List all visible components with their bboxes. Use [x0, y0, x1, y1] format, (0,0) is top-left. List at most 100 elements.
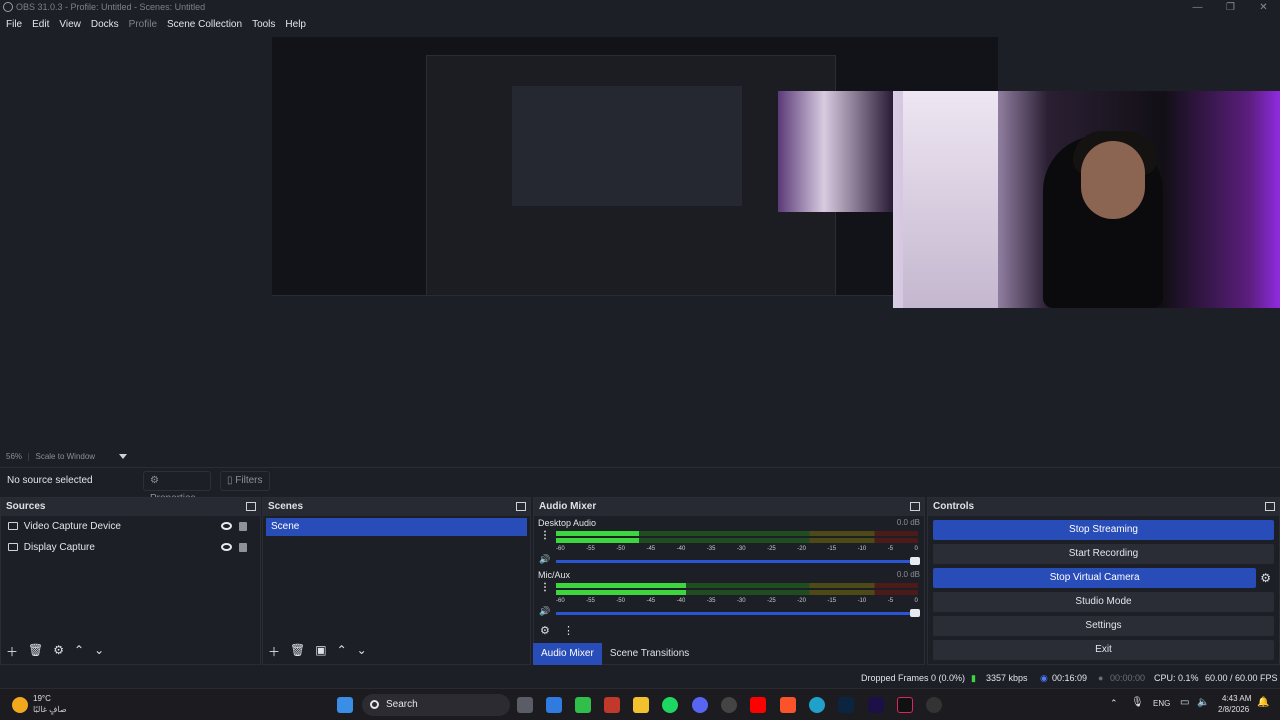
settings-button[interactable]: Settings: [933, 616, 1274, 636]
tab-scene-transitions[interactable]: Scene Transitions: [602, 643, 698, 665]
notepad-icon[interactable]: [546, 697, 562, 713]
move-down-icon[interactable]: ⌄: [357, 643, 367, 660]
audio-mixer-dock: Audio Mixer Desktop Audio 0.0 dB ⋮ -60 -5…: [533, 497, 925, 665]
undock-icon[interactable]: [516, 502, 526, 511]
brave-icon[interactable]: [780, 697, 796, 713]
menu-scene-collection[interactable]: Scene Collection: [167, 19, 242, 30]
stop-streaming-button[interactable]: Stop Streaming: [933, 520, 1274, 540]
app-icon[interactable]: [926, 697, 942, 713]
menu-tools[interactable]: Tools: [252, 19, 275, 30]
store-icon[interactable]: [604, 697, 620, 713]
menu-help[interactable]: Help: [285, 19, 306, 30]
properties-button[interactable]: ⚙ Properties: [143, 471, 211, 504]
language-indicator[interactable]: ENG: [1153, 699, 1170, 708]
menu-docks[interactable]: Docks: [91, 19, 119, 30]
discord-icon[interactable]: [692, 697, 708, 713]
controls-title: Controls: [933, 501, 975, 512]
close-button[interactable]: ✕: [1247, 0, 1280, 15]
undock-icon[interactable]: [246, 502, 256, 511]
obs-logo-icon: [3, 2, 13, 12]
volume-icon[interactable]: 🔊: [539, 606, 550, 617]
stop-virtual-camera-button[interactable]: Stop Virtual Camera: [933, 568, 1257, 588]
more-options-icon[interactable]: ⋮: [563, 625, 574, 637]
tick-label: -25: [767, 598, 776, 604]
weather-icon[interactable]: [12, 697, 28, 713]
lock-icon[interactable]: [239, 522, 247, 531]
file-explorer-icon[interactable]: [633, 697, 649, 713]
gear-icon[interactable]: ⚙: [1260, 571, 1271, 585]
add-icon[interactable]: ＋: [268, 643, 280, 660]
exit-button[interactable]: Exit: [933, 640, 1274, 660]
task-view-icon[interactable]: [517, 697, 533, 713]
youtube-icon[interactable]: [750, 697, 766, 713]
scene-item[interactable]: Scene: [266, 518, 527, 536]
move-up-icon[interactable]: ⌃: [337, 643, 347, 660]
tiktok-icon[interactable]: [897, 697, 913, 713]
tick-label: -20: [797, 546, 806, 552]
media-icon[interactable]: [575, 697, 591, 713]
taskbar-search[interactable]: Search: [362, 694, 510, 716]
controls-dock: Controls Stop Streaming Start Recording …: [927, 497, 1280, 665]
network-icon[interactable]: ▭: [1180, 697, 1189, 708]
undock-icon[interactable]: [910, 502, 920, 511]
spotify-icon[interactable]: [662, 697, 678, 713]
minimize-button[interactable]: —: [1181, 0, 1214, 15]
trash-icon[interactable]: 🗑: [290, 643, 305, 660]
channel-name: Desktop Audio: [538, 518, 597, 528]
clock-time[interactable]: 4:43 AM: [1222, 694, 1251, 703]
edge-icon[interactable]: [809, 697, 825, 713]
zoom-level: 56%: [6, 452, 23, 461]
obs-taskbar-icon[interactable]: [721, 697, 737, 713]
filters-button[interactable]: ▯ Filters: [220, 471, 270, 491]
menu-file[interactable]: File: [6, 19, 22, 30]
gear-icon[interactable]: ⚙: [53, 643, 64, 660]
studio-mode-button[interactable]: Studio Mode: [933, 592, 1274, 612]
scenes-header: Scenes: [263, 498, 530, 516]
menu-view[interactable]: View: [59, 19, 81, 30]
tick-label: 0: [914, 546, 918, 552]
clock-date[interactable]: 2/8/2026: [1218, 705, 1249, 714]
eye-icon[interactable]: [221, 522, 232, 530]
tick-label: -50: [616, 598, 625, 604]
move-down-icon[interactable]: ⌄: [94, 643, 104, 660]
meter-ticks: -60 -55 -50 -45 -40 -35 -30 -25 -20 -15 -10 -5 0: [556, 598, 918, 604]
volume-slider[interactable]: [556, 557, 920, 565]
slider-knob[interactable]: [910, 609, 920, 617]
sources-title: Sources: [6, 501, 46, 512]
lock-icon[interactable]: [239, 543, 247, 552]
microphone-icon[interactable]: 🎙: [1131, 697, 1144, 708]
stream-icon: ◉: [1040, 673, 1048, 683]
add-icon[interactable]: ＋: [6, 643, 18, 660]
tab-audio-mixer[interactable]: Audio Mixer: [533, 643, 602, 665]
mixer-title: Audio Mixer: [539, 501, 597, 512]
weather-desc: صافٍ غالبًا: [33, 705, 67, 714]
windows-start-icon[interactable]: [337, 697, 353, 713]
trash-icon[interactable]: 🗑: [28, 643, 43, 660]
maximize-button[interactable]: ❐: [1214, 0, 1247, 15]
menu-edit[interactable]: Edit: [32, 19, 49, 30]
stream-time: 00:16:09: [1052, 673, 1088, 683]
volume-slider[interactable]: [556, 609, 920, 617]
source-item-display-capture[interactable]: Display Capture: [1, 537, 260, 558]
chevron-up-icon[interactable]: ⌃: [1110, 698, 1118, 709]
menu-profile[interactable]: Profile: [129, 19, 157, 30]
photoshop-icon[interactable]: [838, 697, 854, 713]
eye-icon[interactable]: [221, 543, 232, 551]
source-item-video-capture[interactable]: Video Capture Device: [1, 516, 260, 537]
slider-knob[interactable]: [910, 557, 920, 565]
notification-bell-icon[interactable]: 🔔: [1257, 697, 1269, 708]
zoom-mode[interactable]: Scale to Window: [35, 452, 95, 461]
undock-icon[interactable]: [1265, 502, 1275, 511]
filter-icon[interactable]: ▣: [315, 643, 326, 660]
volume-icon[interactable]: 🔊: [539, 554, 550, 565]
more-options-icon[interactable]: ⋮: [540, 582, 550, 593]
speaker-icon[interactable]: 🔈: [1197, 697, 1209, 708]
move-up-icon[interactable]: ⌃: [74, 643, 84, 660]
tick-label: -50: [616, 546, 625, 552]
gear-icon[interactable]: ⚙: [540, 625, 550, 637]
more-options-icon[interactable]: ⋮: [540, 530, 550, 541]
chevron-down-icon[interactable]: [119, 454, 128, 460]
after-effects-icon[interactable]: [868, 697, 884, 713]
start-recording-button[interactable]: Start Recording: [933, 544, 1274, 564]
source-label: Display Capture: [23, 542, 95, 553]
